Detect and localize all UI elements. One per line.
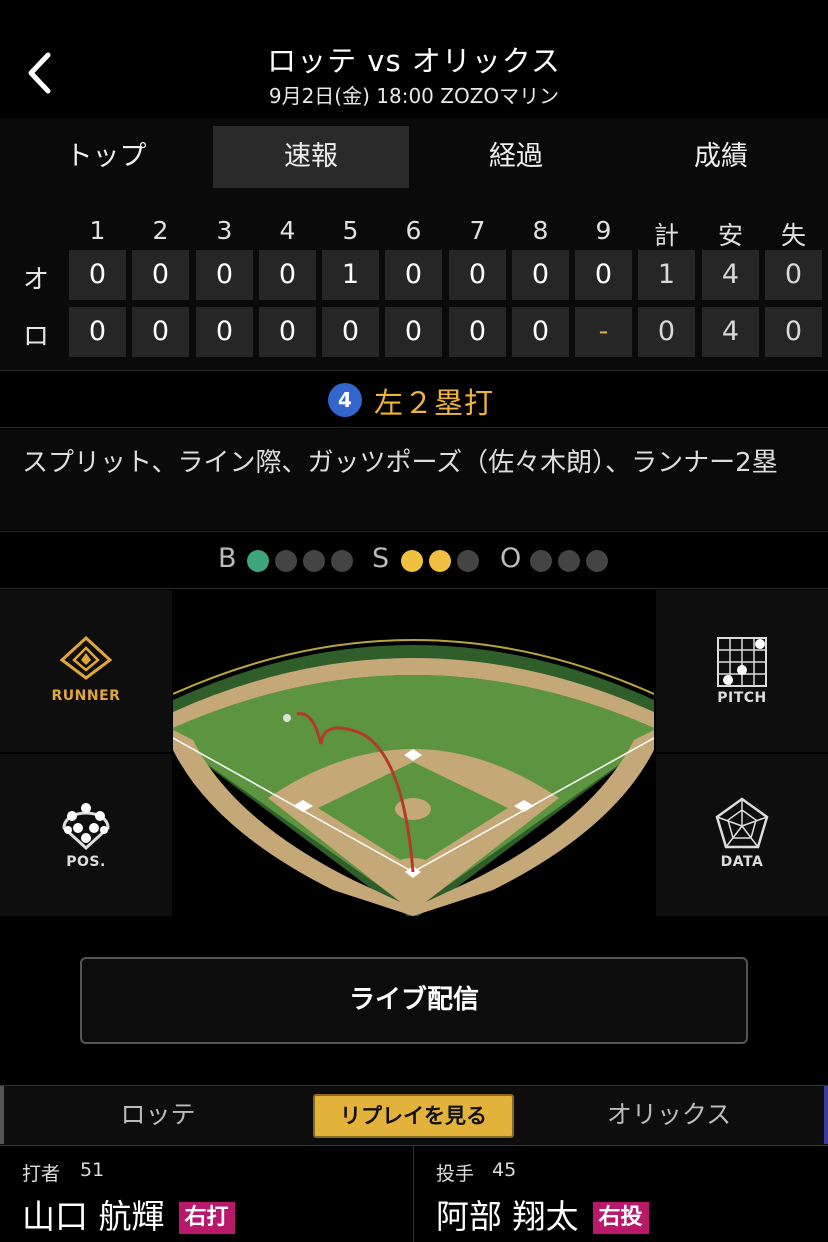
inning-score-cell: 0 <box>132 307 189 357</box>
pitcher-name: 阿部 翔太 <box>436 1197 579 1236</box>
total-cell: 0 <box>638 307 695 357</box>
team-abbrev: オ <box>22 265 49 295</box>
inning-header: 9 <box>595 216 612 245</box>
strike-label: S <box>372 543 390 574</box>
inning-score-cell: 1 <box>322 250 379 300</box>
data-label: DATA <box>720 854 764 870</box>
inning-header: 8 <box>532 216 549 245</box>
play-description: スプリット、ライン際、ガッツポーズ（佐々木朗）、ランナー2塁 <box>0 429 828 530</box>
total-cell: 0 <box>765 250 822 300</box>
inning-score-cell: 0 <box>385 250 442 300</box>
ball-dot <box>331 550 353 572</box>
pitch-label: PITCH <box>717 690 767 706</box>
strike-dot <box>401 550 423 572</box>
total-cell: 4 <box>702 307 759 357</box>
inning-score-cell: 0 <box>196 250 253 300</box>
inning-score-cell: 0 <box>512 307 569 357</box>
ball-dot <box>275 550 297 572</box>
replay-button[interactable]: リプレイを見る <box>313 1094 514 1138</box>
batter-hand-badge: 右打 <box>178 1202 235 1234</box>
pos-label: POS. <box>66 854 106 870</box>
inning-score-cell: 0 <box>449 307 506 357</box>
diamond-icon <box>60 636 112 680</box>
inning-header: 失 <box>780 221 806 250</box>
inning-header: 1 <box>89 216 106 245</box>
baseball-field <box>173 639 654 916</box>
total-cell: 4 <box>702 250 759 300</box>
inning-header: 安 <box>717 221 743 250</box>
ball-label: B <box>218 543 237 574</box>
tab-bar: トップ 速報 経過 成績 <box>0 118 828 200</box>
positions-icon <box>62 803 110 850</box>
inning-header: 2 <box>152 216 169 245</box>
out-dot <box>530 550 552 572</box>
pitcher-hand-badge: 右投 <box>592 1202 649 1234</box>
inning-header: 5 <box>342 216 359 245</box>
pitch-grid-icon <box>717 637 767 687</box>
strike-dot <box>429 550 451 572</box>
play-result: 4 左２塁打 <box>0 370 828 428</box>
field-area: RUNNER POS. PITCH DATA <box>0 590 828 916</box>
pitcher-number: 45 <box>492 1159 517 1181</box>
game-info: 9月2日(金) 18:00 ZOZOマリン <box>268 84 560 108</box>
pitcher-role: 投手 <box>436 1163 475 1185</box>
tab-progress[interactable]: 経過 <box>418 126 614 188</box>
tab-stats[interactable]: 成績 <box>623 126 819 188</box>
inning-score-cell: 0 <box>132 250 189 300</box>
pitch-button[interactable]: PITCH <box>656 590 828 752</box>
inning-score-cell: 0 <box>575 250 632 300</box>
inning-score-cell: 0 <box>196 307 253 357</box>
inning-score-cell: 0 <box>259 250 316 300</box>
play-number-badge: 4 <box>328 383 362 417</box>
runner-button[interactable]: RUNNER <box>0 590 172 752</box>
inning-score-cell: 0 <box>322 307 379 357</box>
inning-score-cell: 0 <box>385 307 442 357</box>
inning-score-cell: 0 <box>69 250 126 300</box>
batter-panel[interactable]: 打者 51 山口 航輝 右打 <box>22 1146 412 1242</box>
ball-dot <box>247 550 269 572</box>
total-cell: 1 <box>638 250 695 300</box>
inning-score-cell: 0 <box>69 307 126 357</box>
header: ロッテ vs オリックス 9月2日(金) 18:00 ZOZOマリン <box>0 0 828 118</box>
play-result-text: 左２塁打 <box>374 386 495 420</box>
inning-score-cell: - <box>575 307 632 357</box>
pitcher-panel[interactable]: 投手 45 阿部 翔太 右投 <box>436 1146 816 1242</box>
batter-name-row: 山口 航輝 右打 <box>22 1190 235 1238</box>
batter-number: 51 <box>80 1159 105 1181</box>
batter-role: 打者 <box>22 1163 61 1185</box>
ball-count: B S O <box>0 531 828 589</box>
inning-score-cell: 0 <box>512 250 569 300</box>
live-stream-button[interactable]: ライブ配信 <box>80 957 748 1044</box>
inning-header: 3 <box>216 216 233 245</box>
tab-lotte[interactable]: ロッテ <box>0 1086 316 1144</box>
divider <box>413 1146 414 1242</box>
runner-label: RUNNER <box>51 688 121 704</box>
inning-score-cell: 0 <box>259 307 316 357</box>
data-button[interactable]: DATA <box>656 754 828 916</box>
inning-score-cell: 0 <box>449 250 506 300</box>
out-label: O <box>500 543 522 574</box>
strike-dot <box>457 550 479 572</box>
radar-chart-icon <box>715 797 769 849</box>
out-dot <box>586 550 608 572</box>
inning-header: 4 <box>279 216 296 245</box>
tab-orix[interactable]: オリックス <box>514 1086 824 1144</box>
team-tab-bar: ロッテ リプレイを見る オリックス <box>0 1085 828 1145</box>
page-title: ロッテ vs オリックス <box>267 44 561 78</box>
pitcher-name-row: 阿部 翔太 右投 <box>436 1190 649 1238</box>
batter-name: 山口 航輝 <box>22 1197 165 1236</box>
ball-dot <box>303 550 325 572</box>
inning-header: 計 <box>653 221 679 250</box>
team-abbrev: ロ <box>22 322 49 352</box>
pos-button[interactable]: POS. <box>0 754 172 916</box>
tab-top[interactable]: トップ <box>8 126 204 188</box>
players-panel: 打者 51 山口 航輝 右打 投手 45 阿部 翔太 右投 <box>0 1145 828 1242</box>
inning-header: 7 <box>469 216 486 245</box>
inning-header: 6 <box>405 216 422 245</box>
right-edge-marker <box>824 1086 828 1144</box>
tab-live-update[interactable]: 速報 <box>213 126 409 188</box>
total-cell: 0 <box>765 307 822 357</box>
out-dot <box>558 550 580 572</box>
scoreboard: 123456789計安失オ000010000140ロ00000000-040 <box>0 200 828 370</box>
